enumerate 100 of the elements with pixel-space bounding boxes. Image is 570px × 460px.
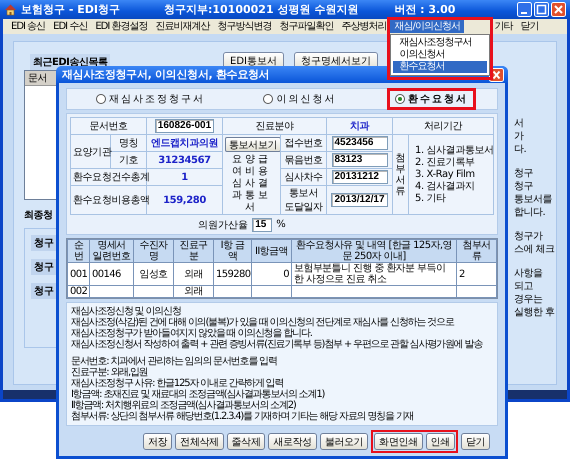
text-fragment: 청구 — [514, 168, 533, 180]
menu-item[interactable]: EDI 수신 — [49, 20, 92, 33]
text-fragment: 스에 체크 — [514, 244, 555, 256]
radio-option[interactable]: 환수요청서 — [386, 88, 476, 110]
field-value: 치과 — [350, 121, 370, 132]
text-fragment: 가 — [514, 131, 524, 143]
menu-item[interactable]: 청구파일확인 — [275, 20, 338, 33]
help-text: 재심사조정청구 사유: 한글125자 이내로 간략하게 입력 — [71, 378, 284, 389]
attachment-item: 2. 진료기록부 — [415, 157, 475, 168]
text-fragment: 합니다. — [514, 207, 546, 219]
column-header: 환수요청사유 및 내역 [한글 125자,영문 250자 이내] — [292, 240, 456, 262]
column-header: I항 금액 — [214, 240, 252, 262]
field-label: 묶음번호 — [280, 152, 326, 168]
text-fragment: 다. — [514, 144, 526, 156]
text-fragment: 서 — [514, 118, 524, 130]
unit-label: % — [276, 219, 286, 230]
text-fragment: 사항을 — [514, 268, 542, 280]
table-cell: 임성호 — [134, 262, 174, 286]
menu-item[interactable]: EDI 송신 — [7, 20, 50, 33]
attachment-item: 4. 검사결과지 — [415, 181, 475, 192]
help-text: 재심사조정신청서 작성하여 출력 + 관련 증빙서류(진료기록부 등)첨부 + 우편으로 관할 심사평가원에 발송 — [71, 339, 482, 350]
column-header: 진료구분 — [174, 240, 214, 262]
field-label: 의원가산율 — [198, 218, 248, 232]
help-text: II항금액: 처치행위료의 조정금액(심사결과통보서의 소계2) — [71, 400, 296, 411]
radio-option[interactable]: 이의신청서 — [255, 88, 344, 110]
field-label: 기호 — [110, 152, 146, 168]
view-notice-button[interactable]: 통보서보기 — [225, 137, 282, 152]
table-cell: 0 — [252, 262, 292, 286]
field-label: 문서번호 — [70, 118, 146, 134]
review-round-field[interactable]: 20131212 — [332, 170, 388, 184]
field-label: 환수요청비용총액 — [70, 186, 146, 214]
section-title: 최종청 — [24, 209, 54, 222]
institution-name: 엔드캡치과의원 — [150, 138, 218, 149]
radio-option[interactable]: 재심사조정청구서 — [88, 88, 214, 110]
dialog-button[interactable]: 새로작성 — [268, 433, 317, 450]
menu-item[interactable]: 진료비재계산 — [151, 20, 214, 33]
help-text: 첨부서류: 상단의 첨부서류 해당번호(1.2.3.4)를 기재하며 기타는 해당 자료의 명칭을 기재 — [71, 411, 414, 422]
table-cell: 외래 — [174, 262, 214, 286]
dropdown-item[interactable]: 환수요청서 — [393, 61, 488, 73]
window-title: 보험청구 - EDI청구 — [21, 2, 120, 17]
field-label: 청구 — [31, 235, 57, 251]
menu-item[interactable]: EDI 환경설정 — [91, 20, 152, 33]
menu-item[interactable]: 닫기 — [516, 20, 542, 33]
field-label: 요양기관 — [70, 134, 110, 168]
table-cell: 159280 — [214, 262, 252, 286]
dropdown-item[interactable]: 이의신청서 — [393, 49, 488, 61]
request-total: 159,280 — [163, 194, 206, 206]
table-cell: 2 — [456, 262, 496, 286]
help-text: 재심사조정신청 및 이의신청 — [71, 306, 181, 317]
field-label: 처리기간 — [392, 118, 494, 134]
help-text: I항금액: 초재진료 및 재료대의 조정금액(심사결과통보서의 소계1) — [71, 389, 324, 400]
bundle-number-field[interactable]: 83123 — [332, 153, 388, 167]
house-icon — [4, 3, 17, 16]
help-text: 재심사조정(삭감)된 건에 대해 이의(불복)가 있을 때 이의신청의 전단계로 재심사를 신청하는 것으로 — [71, 317, 454, 328]
menu-item[interactable]: 재심/이의신청서 — [390, 20, 464, 33]
close-button[interactable] — [551, 2, 566, 17]
text-fragment: 실행한 후 — [514, 307, 555, 319]
text-fragment: 되고 — [514, 281, 533, 293]
menu-item[interactable]: 주상병처리 — [337, 20, 390, 33]
receipt-number-field[interactable]: 4523456 — [332, 136, 388, 150]
document-number-field[interactable]: 160826-001 — [154, 119, 214, 133]
table-cell: 001 — [68, 262, 90, 286]
column-header: II항금액 — [252, 240, 292, 262]
text-fragment: 청구 — [514, 181, 533, 193]
menu-item[interactable]: 청구방식변경 — [213, 20, 276, 33]
dialog-button[interactable]: 저장 — [142, 433, 172, 450]
rate-field[interactable]: 15 — [252, 218, 272, 232]
version-label: 버전 : 3.00 — [394, 2, 456, 17]
column-header: 순번 — [68, 240, 90, 262]
column-header: 수진자명 — [134, 240, 174, 262]
field-label: 청구 — [31, 259, 57, 275]
text-fragment: 경우는 — [514, 294, 542, 306]
minimize-button[interactable] — [517, 2, 532, 17]
field-label: 진료분야 — [222, 118, 326, 134]
branch-label: 청구지부:10100021 성평원 수원지원 — [164, 2, 358, 17]
maximize-button[interactable] — [534, 2, 549, 17]
field-label: 요양급여비용심사결과통보서 — [231, 154, 272, 214]
arrival-date-field[interactable]: 2013/12/17 — [331, 193, 388, 207]
field-label: 청구 — [31, 283, 57, 299]
text-fragment: 청구가 — [514, 231, 542, 243]
table-cell: 보험부분틀니 진행 중 환자분 부득이한 사정으로 진료 취소 — [292, 262, 456, 286]
field-label: 환수요청건수총계 — [70, 168, 146, 186]
help-text: 진료구분: 외래,입원 — [71, 367, 148, 378]
dialog-button[interactable]: 화면인쇄 — [374, 433, 423, 450]
attachment-item: 3. X-Ray Film — [415, 169, 475, 180]
help-text: 재심사조정청구가 받아들여지지 않았을 때 이의신청을 합니다. — [71, 328, 312, 339]
field-label: 접수번호 — [280, 134, 326, 152]
column-header: 첨부서류 — [456, 240, 496, 262]
dialog-button[interactable]: 불러오기 — [320, 433, 368, 450]
attachment-item: 5. 기타 — [415, 193, 446, 204]
dialog-button[interactable]: 닫기 — [460, 433, 490, 450]
table-cell: 002 — [68, 286, 90, 298]
field-label: 심사차수 — [280, 168, 326, 186]
dialog-button[interactable]: 전체삭제 — [175, 433, 224, 450]
field-label: 통보서 도달일자 — [280, 186, 326, 214]
menu-item[interactable]: 기타 — [490, 20, 516, 33]
dialog-button[interactable]: 줄삭제 — [226, 433, 266, 450]
column-header: 명세서 일련번호 — [90, 240, 134, 262]
dropdown-item[interactable]: 재심사조정청구서 — [393, 37, 488, 49]
dialog-button[interactable]: 인쇄 — [426, 433, 455, 450]
